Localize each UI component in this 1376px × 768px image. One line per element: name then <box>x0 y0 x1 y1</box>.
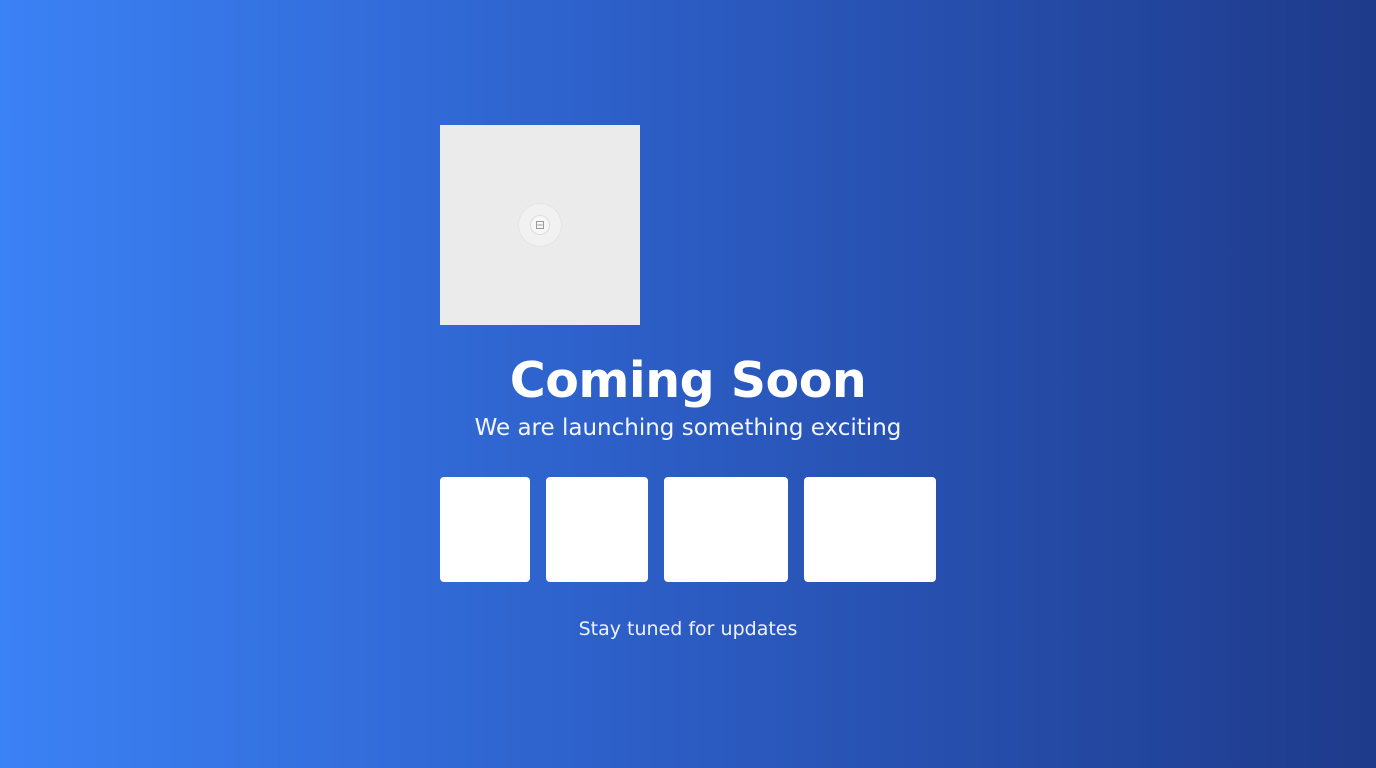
logo-placeholder <box>440 125 640 325</box>
loading-spinner <box>518 203 562 247</box>
image-placeholder-icon <box>531 216 549 234</box>
page-subtitle: We are launching something exciting <box>474 415 902 441</box>
countdown-box-2 <box>546 477 648 582</box>
page-title: Coming Soon <box>509 352 867 409</box>
countdown-box-1 <box>440 477 530 582</box>
footer-text: Stay tuned for updates <box>578 618 798 640</box>
countdown-box-4 <box>804 477 936 582</box>
countdown-box-3 <box>664 477 788 582</box>
